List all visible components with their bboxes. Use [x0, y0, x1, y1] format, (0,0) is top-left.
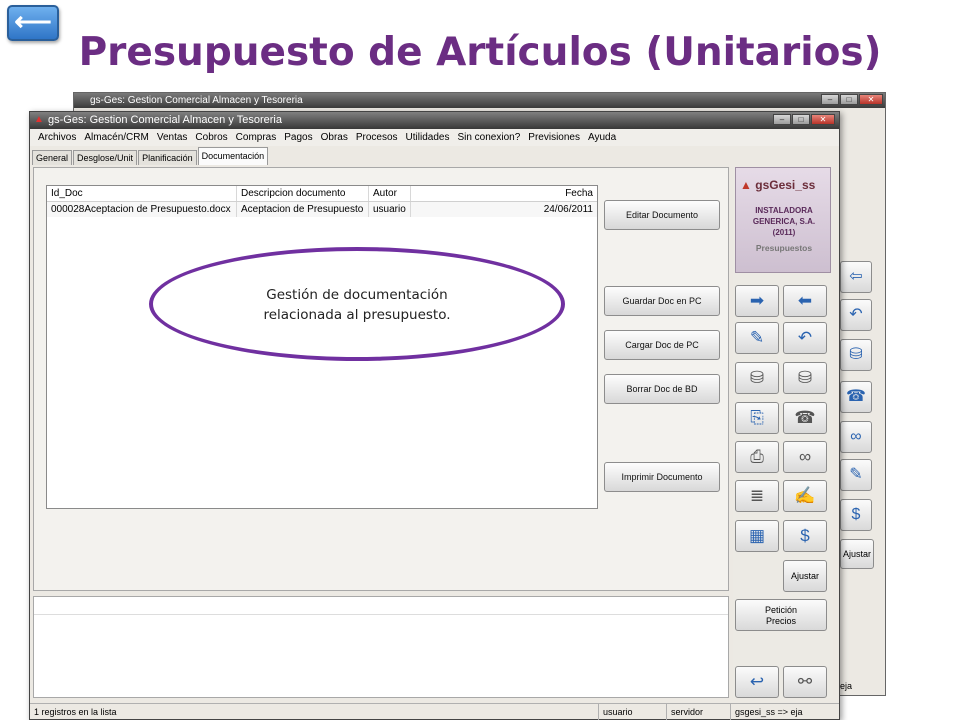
background-ajustar-button[interactable]: Ajustar — [840, 539, 874, 569]
printer-icon[interactable]: ⎙ — [735, 441, 779, 473]
minimize-button[interactable]: – — [773, 114, 791, 125]
background-fax-icon[interactable]: ☎ — [840, 381, 872, 413]
editar-documento-button[interactable]: Editar Documento — [604, 200, 720, 230]
menu-previsiones[interactable]: Previsiones — [524, 129, 584, 146]
window-controls: – □ ✕ — [773, 114, 835, 125]
status-record-count: 1 registros en la lista — [34, 707, 117, 717]
cell-id-doc: 000028Aceptacion de Presupuesto.docx — [47, 202, 237, 217]
tab-desglose-unit[interactable]: Desglose/Unit — [73, 150, 138, 165]
table-header: Id_Doc Descripcion documento Autor Fecha — [47, 186, 597, 202]
status-bar: 1 registros en la lista usuario servidor… — [30, 703, 839, 720]
database-delete-icon[interactable]: ⛁ — [783, 362, 827, 394]
background-notepad-icon[interactable]: ✎ — [840, 459, 872, 491]
cell-descripcion: Aceptacion de Presupuesto — [237, 202, 369, 217]
fax-icon[interactable]: ☎ — [783, 402, 827, 434]
glasses-icon[interactable]: ∞ — [783, 441, 827, 473]
money-icon[interactable]: $ — [783, 520, 827, 552]
menu-compras[interactable]: Compras — [232, 129, 281, 146]
menu-utilidades[interactable]: Utilidades — [402, 129, 454, 146]
logo-company-line2: GENERICA, S.A. — [752, 217, 816, 226]
menu-bar: Archivos Almacén/CRM Ventas Cobros Compr… — [30, 129, 839, 146]
annotation-callout: Gestión de documentación relacionada al … — [149, 247, 565, 361]
menu-cobros[interactable]: Cobros — [191, 129, 231, 146]
logo-company: INSTALADORA GENERICA, S.A. (2011) — [736, 205, 832, 238]
peticion-label-line2: Precios — [765, 616, 796, 626]
maximize-button[interactable]: □ — [792, 114, 810, 125]
main-window: ▲ gs-Ges: Gestion Comercial Almacen y Te… — [29, 111, 840, 720]
menu-archivos[interactable]: Archivos — [34, 129, 80, 146]
menu-sin-conexion[interactable]: Sin conexion? — [453, 129, 524, 146]
arrow-left-icon[interactable]: ⬅ — [783, 285, 827, 317]
column-header-id-doc[interactable]: Id_Doc — [47, 186, 237, 201]
documentation-panel: Id_Doc Descripcion documento Autor Fecha… — [33, 167, 729, 591]
column-header-descripcion[interactable]: Descripcion documento — [237, 186, 369, 201]
cell-autor: usuario — [369, 202, 411, 217]
window-titlebar: ▲ gs-Ges: Gestion Comercial Almacen y Te… — [30, 112, 839, 129]
logo-brand-suffix: _ss — [795, 178, 816, 192]
arrow-right-icon[interactable]: ➡ — [735, 285, 779, 317]
background-document-icon[interactable]: ↶ — [840, 299, 872, 331]
return-icon[interactable]: ↩ — [735, 666, 779, 698]
logo-brand-prefix: gsGesi — [755, 178, 796, 192]
callout-line2: relacionada al presupuesto. — [263, 307, 451, 323]
callout-line1: Gestión de documentación — [266, 287, 448, 303]
background-minimize-button[interactable]: – — [821, 94, 839, 105]
status-database: gsgesi_ss => eja — [730, 704, 803, 720]
search-binoculars-icon[interactable]: ⚯ — [783, 666, 827, 698]
background-status-fragment: eja — [840, 681, 853, 691]
app-icon: ▲ — [34, 114, 44, 125]
tab-strip: General Desglose/Unit Planificación Docu… — [32, 147, 269, 165]
table-row[interactable]: 000028Aceptacion de Presupuesto.docx Ace… — [47, 202, 597, 217]
notes-header — [34, 597, 728, 615]
menu-pagos[interactable]: Pagos — [280, 129, 316, 146]
edit-document-icon[interactable]: ✎ — [735, 322, 779, 354]
background-database-delete-icon[interactable]: ⛁ — [840, 339, 872, 371]
logo-company-line3: (2011) — [772, 228, 796, 237]
undo-document-icon[interactable]: ↶ — [783, 322, 827, 354]
ajustar-button[interactable]: Ajustar — [783, 560, 827, 592]
close-button[interactable]: ✕ — [811, 114, 835, 125]
cargar-doc-de-pc-button[interactable]: Cargar Doc de PC — [604, 330, 720, 360]
right-toolbar: ▲ gsGesi_ss INSTALADORA GENERICA, S.A. (… — [733, 167, 833, 698]
column-header-fecha[interactable]: Fecha — [411, 186, 597, 201]
logo-company-line1: INSTALADORA — [755, 206, 813, 215]
guardar-doc-en-pc-button[interactable]: Guardar Doc en PC — [604, 286, 720, 316]
borrar-doc-de-bd-button[interactable]: Borrar Doc de BD — [604, 374, 720, 404]
window-title: gs-Ges: Gestion Comercial Almacen y Teso… — [48, 114, 282, 126]
background-money-icon[interactable]: $ — [840, 499, 872, 531]
export-icon[interactable]: ⎘ — [735, 402, 779, 434]
imprimir-documento-button[interactable]: Imprimir Documento — [604, 462, 720, 492]
status-user: usuario — [598, 704, 633, 720]
logo-subtitle: Presupuestos — [755, 243, 813, 253]
background-close-button[interactable]: ✕ — [859, 94, 883, 105]
menu-ventas[interactable]: Ventas — [153, 129, 192, 146]
tab-general[interactable]: General — [32, 150, 73, 165]
background-glasses-icon[interactable]: ∞ — [840, 421, 872, 453]
company-logo: ▲ gsGesi_ss INSTALADORA GENERICA, S.A. (… — [735, 167, 831, 273]
menu-ayuda[interactable]: Ayuda — [584, 129, 620, 146]
background-maximize-button[interactable]: □ — [840, 94, 858, 105]
notes-area[interactable] — [33, 596, 729, 698]
notepad-icon[interactable]: ✍ — [783, 480, 827, 512]
tab-planificacion[interactable]: Planificación — [138, 150, 197, 165]
background-window-titlebar: gs-Ges: Gestion Comercial Almacen y Teso… — [74, 93, 885, 108]
cell-fecha: 24/06/2011 — [543, 204, 593, 215]
calculator-icon[interactable]: ▦ — [735, 520, 779, 552]
logo-mark-icon: ▲ — [740, 178, 752, 192]
logo-brand: ▲ gsGesi_ss — [740, 178, 815, 192]
peticion-precios-button[interactable]: Petición Precios — [735, 599, 827, 631]
menu-procesos[interactable]: Procesos — [352, 129, 402, 146]
menu-almacen-crm[interactable]: Almacén/CRM — [80, 129, 152, 146]
peticion-label-line1: Petición — [764, 605, 798, 615]
background-arrow-left-icon[interactable]: ⇦ — [840, 261, 872, 293]
layers-icon[interactable]: ≣ — [735, 480, 779, 512]
menu-obras[interactable]: Obras — [317, 129, 352, 146]
background-window-controls: – □ ✕ — [821, 94, 883, 105]
database-add-icon[interactable]: ⛁ — [735, 362, 779, 394]
slide-title: Presupuesto de Artículos (Unitarios) — [78, 30, 882, 75]
column-header-autor[interactable]: Autor — [369, 186, 411, 201]
tab-documentacion[interactable]: Documentación — [197, 147, 269, 165]
status-server: servidor — [666, 704, 703, 720]
